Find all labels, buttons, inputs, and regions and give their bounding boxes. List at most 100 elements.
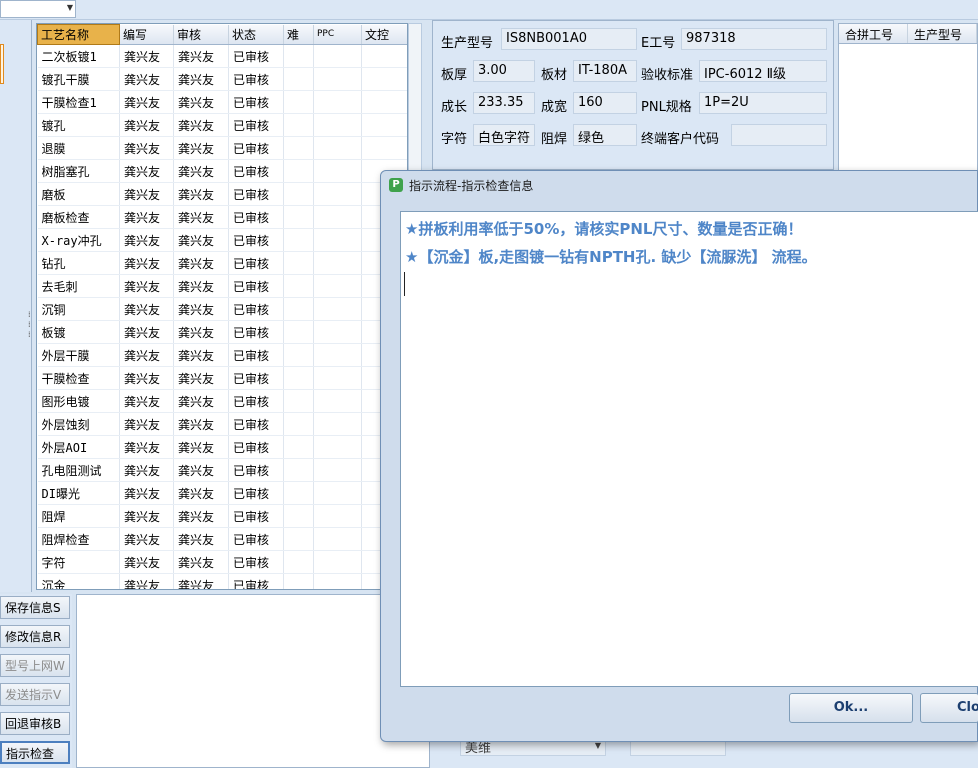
table-cell[interactable] <box>313 550 362 574</box>
table-cell[interactable]: 龚兴友 <box>173 343 229 367</box>
send-instruction-button[interactable]: 发送指示V <box>0 683 70 706</box>
table-cell[interactable]: 龚兴友 <box>119 481 174 505</box>
table-cell[interactable] <box>313 136 362 160</box>
table-row[interactable]: 去毛刺 龚兴友 龚兴友 已审核 <box>37 274 407 298</box>
table-cell[interactable]: 镀孔干膜 <box>37 67 120 91</box>
table-cell[interactable]: 龚兴友 <box>119 228 174 252</box>
table-cell[interactable]: 龚兴友 <box>119 297 174 321</box>
table-cell[interactable]: 外层AOI <box>37 435 120 459</box>
table-cell[interactable] <box>283 573 314 589</box>
table-row[interactable]: 干膜检查 龚兴友 龚兴友 已审核 <box>37 366 407 390</box>
table-cell[interactable]: 已审核 <box>228 343 284 367</box>
table-cell[interactable]: 已审核 <box>228 136 284 160</box>
table-cell[interactable]: 已审核 <box>228 228 284 252</box>
table-cell[interactable] <box>313 205 362 229</box>
table-cell[interactable]: 龚兴友 <box>173 412 229 436</box>
table-cell[interactable]: 字符 <box>37 550 120 574</box>
table-cell[interactable]: 龚兴友 <box>173 573 229 589</box>
table-cell[interactable]: 龚兴友 <box>119 343 174 367</box>
table-cell[interactable]: 龚兴友 <box>173 366 229 390</box>
ok-button[interactable]: Ok... <box>789 693 913 723</box>
table-cell[interactable]: 龚兴友 <box>173 136 229 160</box>
table-cell[interactable]: 已审核 <box>228 159 284 183</box>
table-cell[interactable] <box>283 228 314 252</box>
table-cell[interactable]: 龚兴友 <box>173 67 229 91</box>
table-cell[interactable]: 龚兴友 <box>173 90 229 114</box>
char-field[interactable]: 白色字符 <box>473 124 535 146</box>
table-cell[interactable]: 已审核 <box>228 90 284 114</box>
table-cell[interactable] <box>283 136 314 160</box>
table-cell[interactable]: 阻焊检查 <box>37 527 120 551</box>
table-cell[interactable] <box>313 274 362 298</box>
table-row[interactable]: DI曝光 龚兴友 龚兴友 已审核 <box>37 481 407 505</box>
length-field[interactable]: 233.35 <box>473 92 535 114</box>
table-cell[interactable] <box>313 366 362 390</box>
table-cell[interactable]: 已审核 <box>228 113 284 137</box>
table-cell[interactable]: 干膜检查1 <box>37 90 120 114</box>
table-cell[interactable] <box>283 412 314 436</box>
table-cell[interactable]: 钻孔 <box>37 251 120 275</box>
table-cell[interactable]: 龚兴友 <box>119 182 174 206</box>
table-cell[interactable] <box>313 297 362 321</box>
table-cell[interactable] <box>283 67 314 91</box>
splitter-handle-icon[interactable]: ⁞ ⁞ ⁞ <box>28 310 31 340</box>
table-cell[interactable] <box>283 504 314 528</box>
table-cell[interactable]: 龚兴友 <box>119 389 174 413</box>
table-cell[interactable]: 已审核 <box>228 550 284 574</box>
table-cell[interactable] <box>313 412 362 436</box>
table-cell[interactable] <box>283 182 314 206</box>
table-cell[interactable]: 龚兴友 <box>119 90 174 114</box>
table-cell[interactable] <box>313 67 362 91</box>
col-header-difficulty[interactable]: 难 <box>283 24 314 45</box>
table-cell[interactable]: 已审核 <box>228 481 284 505</box>
table-cell[interactable]: 龚兴友 <box>173 389 229 413</box>
table-row[interactable]: 镀孔干膜 龚兴友 龚兴友 已审核 <box>37 67 407 91</box>
table-cell[interactable]: 龚兴友 <box>119 412 174 436</box>
table-row[interactable]: 钻孔 龚兴友 龚兴友 已审核 <box>37 251 407 275</box>
table-cell[interactable]: 已审核 <box>228 274 284 298</box>
table-cell[interactable]: 龚兴友 <box>173 205 229 229</box>
table-cell[interactable]: 龚兴友 <box>173 251 229 275</box>
table-row[interactable]: 干膜检查1 龚兴友 龚兴友 已审核 <box>37 90 407 114</box>
table-cell[interactable]: 沉金 <box>37 573 120 589</box>
table-cell[interactable]: 板镀 <box>37 320 120 344</box>
table-cell[interactable]: 龚兴友 <box>173 182 229 206</box>
table-cell[interactable] <box>283 251 314 275</box>
table-cell[interactable]: 龚兴友 <box>173 274 229 298</box>
table-cell[interactable]: 已审核 <box>228 412 284 436</box>
table-cell[interactable] <box>283 527 314 551</box>
table-cell[interactable]: 龚兴友 <box>119 504 174 528</box>
merge-col-header-model[interactable]: 生产型号 <box>908 24 977 43</box>
table-cell[interactable]: 已审核 <box>228 504 284 528</box>
table-cell[interactable]: 已审核 <box>228 458 284 482</box>
table-cell[interactable]: 已审核 <box>228 205 284 229</box>
table-cell[interactable]: 龚兴友 <box>119 251 174 275</box>
table-row[interactable]: 图形电镀 龚兴友 龚兴友 已审核 <box>37 389 407 413</box>
table-cell[interactable]: DI曝光 <box>37 481 120 505</box>
solder-field[interactable]: 绿色 <box>573 124 637 146</box>
col-header-ppc[interactable]: PPC <box>313 24 362 45</box>
table-row[interactable]: X-ray冲孔 龚兴友 龚兴友 已审核 <box>37 228 407 252</box>
table-cell[interactable]: 龚兴友 <box>119 366 174 390</box>
table-cell[interactable]: 图形电镀 <box>37 389 120 413</box>
table-cell[interactable] <box>283 113 314 137</box>
merge-col-header-merge-no[interactable]: 合拼工号 <box>839 24 908 43</box>
col-header-process-name[interactable]: 工艺名称 <box>37 24 120 45</box>
table-row[interactable]: 磨板检查 龚兴友 龚兴友 已审核 <box>37 205 407 229</box>
standard-field[interactable]: IPC-6012 Ⅱ级 <box>699 60 827 82</box>
table-cell[interactable] <box>313 159 362 183</box>
table-cell[interactable] <box>283 458 314 482</box>
table-cell[interactable] <box>313 458 362 482</box>
dialog-message-area[interactable]: ★拼板利用率低于50%，请核实PNL尺寸、数量是否正确！ ★【沉金】板,走图镀一… <box>400 211 978 687</box>
table-cell[interactable]: 已审核 <box>228 527 284 551</box>
col-header-reviewer[interactable]: 审核 <box>173 24 229 45</box>
table-cell[interactable] <box>361 44 407 68</box>
instruction-check-button[interactable]: 指示检查 <box>0 741 70 764</box>
customer-field[interactable] <box>731 124 827 146</box>
table-cell[interactable]: 沉铜 <box>37 297 120 321</box>
table-cell[interactable]: 龚兴友 <box>119 113 174 137</box>
thickness-field[interactable]: 3.00 <box>473 60 535 82</box>
table-cell[interactable]: 干膜检查 <box>37 366 120 390</box>
close-button[interactable]: Clo <box>920 693 978 723</box>
table-cell[interactable] <box>313 251 362 275</box>
